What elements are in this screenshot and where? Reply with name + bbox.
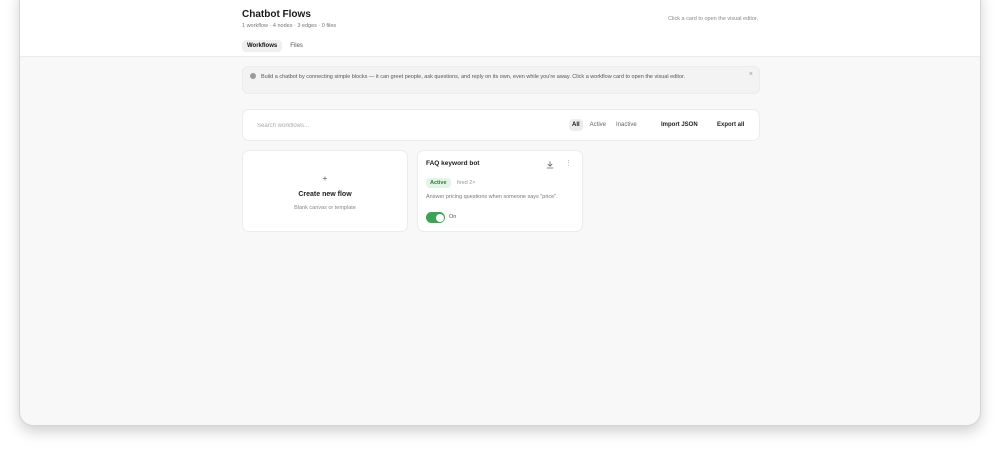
- info-icon: [250, 73, 256, 79]
- enable-toggle[interactable]: [426, 212, 445, 223]
- download-icon[interactable]: [546, 161, 554, 169]
- status-filter: All Active Inactive: [569, 119, 640, 131]
- toggle-knob: [435, 213, 444, 222]
- workflow-toolbar: All Active Inactive Import JSON Export a…: [242, 109, 760, 141]
- page-stats: 1 workflow · 4 nodes · 3 edges · 0 files: [242, 23, 337, 29]
- status-badge: Active: [426, 178, 451, 188]
- import-json-button[interactable]: Import JSON: [657, 119, 702, 131]
- filter-active[interactable]: Active: [587, 119, 609, 131]
- page-title: Chatbot Flows: [242, 9, 311, 20]
- fired-count: fired 2×: [457, 180, 476, 186]
- export-all-button[interactable]: Export all: [713, 119, 749, 131]
- create-flow-subtitle: Blank canvas or template: [294, 205, 356, 211]
- page-header: Chatbot Flows 1 workflow · 4 nodes · 3 e…: [20, 0, 980, 57]
- workflow-description: Answer pricing questions when someone sa…: [426, 194, 558, 200]
- close-icon[interactable]: ×: [749, 71, 753, 78]
- plus-icon: +: [322, 174, 328, 183]
- tab-files[interactable]: Files: [285, 40, 308, 52]
- create-flow-title: Create new flow: [298, 191, 352, 198]
- filter-inactive[interactable]: Inactive: [613, 119, 640, 131]
- filter-all[interactable]: All: [569, 119, 583, 131]
- app-window: Chatbot Flows 1 workflow · 4 nodes · 3 e…: [19, 0, 981, 426]
- more-options-icon[interactable]: ⋮: [565, 160, 572, 168]
- tab-workflows[interactable]: Workflows: [242, 40, 283, 52]
- info-banner: Build a chatbot by connecting simple blo…: [242, 66, 760, 94]
- banner-text: Build a chatbot by connecting simple blo…: [261, 74, 686, 80]
- toggle-label: On: [449, 214, 457, 220]
- create-flow-card[interactable]: + Create new flow Blank canvas or templa…: [242, 150, 408, 232]
- editor-hint: Click a card to open the visual editor.: [668, 16, 758, 22]
- search-input[interactable]: [251, 118, 561, 134]
- tab-bar: Workflows Files: [242, 40, 308, 52]
- workflow-name: FAQ keyword bot: [426, 160, 480, 167]
- workflow-card[interactable]: FAQ keyword bot ⋮ Active fired 2× Answer…: [417, 150, 583, 232]
